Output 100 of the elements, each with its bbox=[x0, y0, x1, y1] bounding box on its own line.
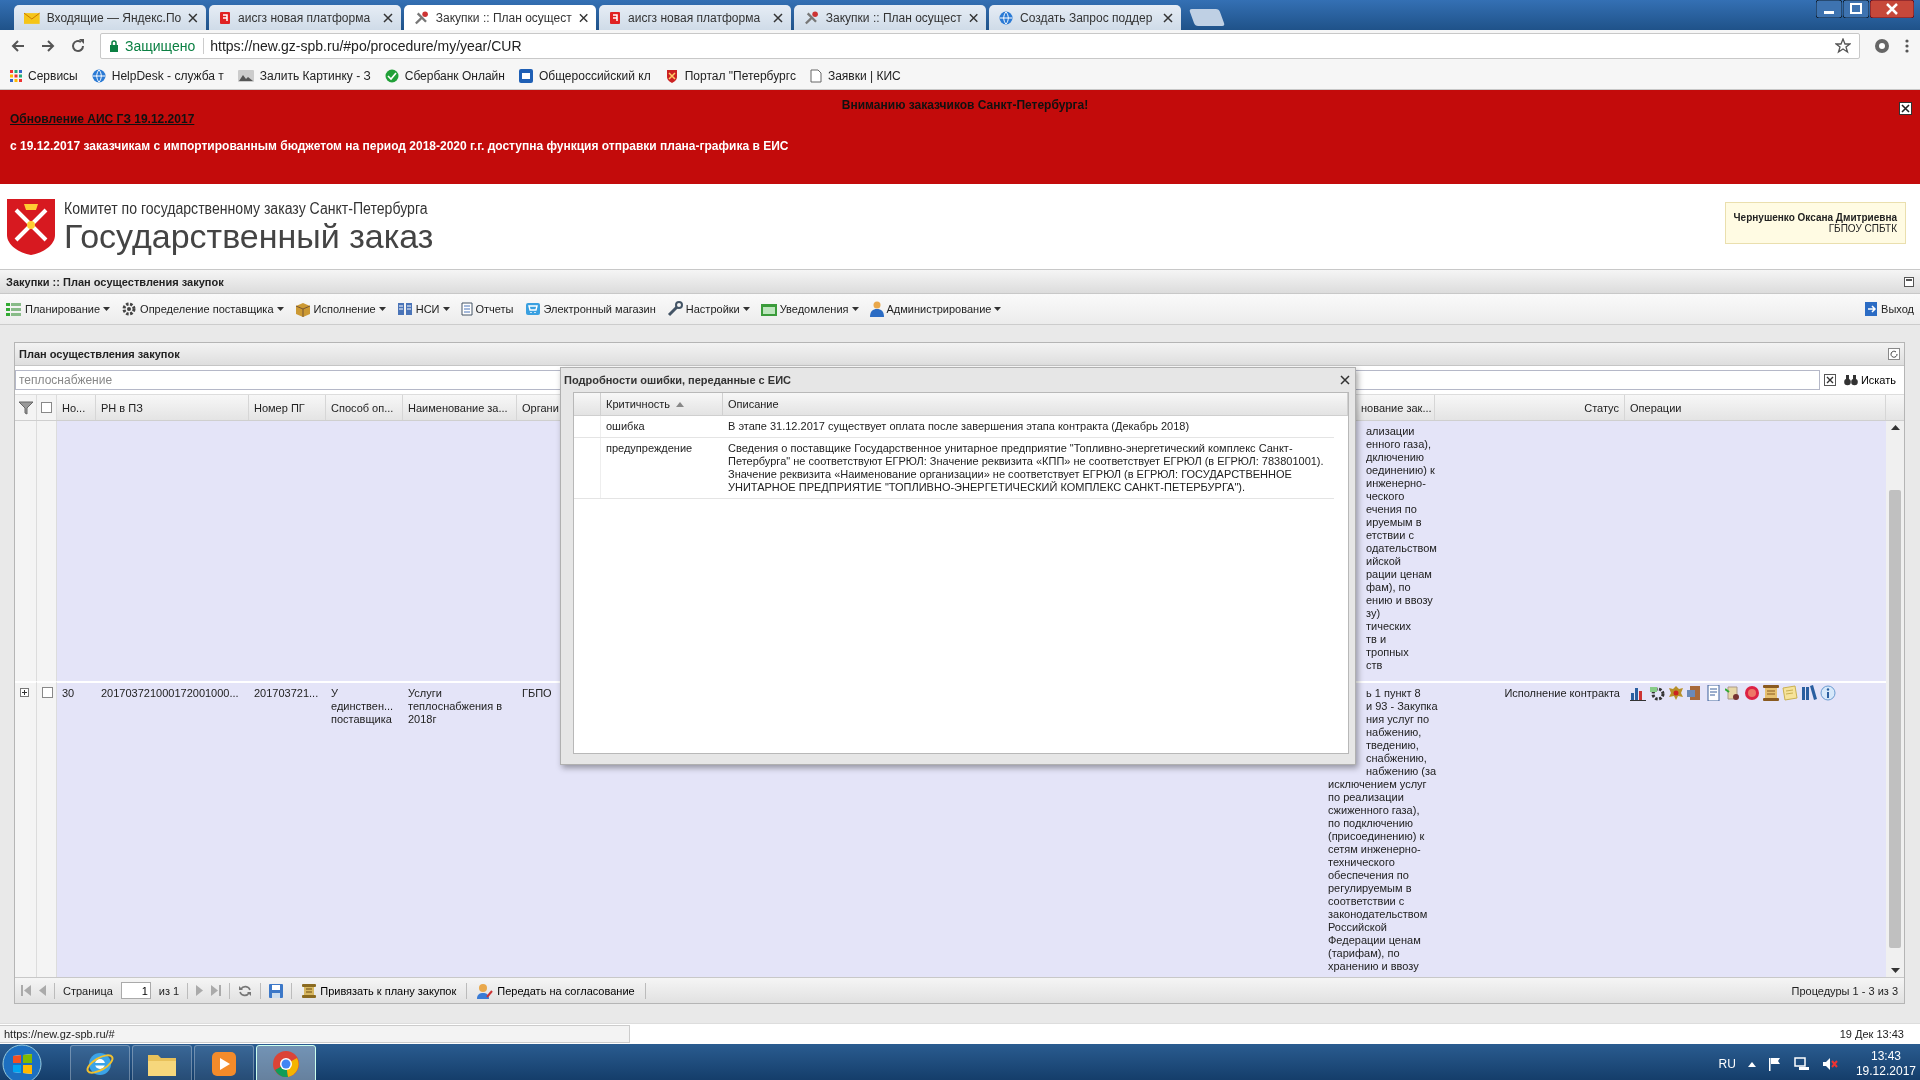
minimize-icon[interactable] bbox=[1816, 0, 1842, 18]
tray-arrow-icon[interactable] bbox=[1747, 1061, 1756, 1067]
close-icon[interactable] bbox=[773, 12, 783, 23]
scroll-down-icon[interactable] bbox=[1890, 968, 1900, 973]
scrollbar[interactable] bbox=[1886, 421, 1904, 977]
seal-icon[interactable] bbox=[1744, 685, 1760, 701]
column-header[interactable]: Способ оп... bbox=[326, 395, 403, 420]
info-icon[interactable] bbox=[1820, 685, 1836, 701]
table-cell-text: обеспечения по bbox=[1328, 869, 1410, 882]
taskbar-button[interactable] bbox=[256, 1045, 316, 1080]
menu-item[interactable]: НСИ bbox=[394, 302, 452, 316]
close-icon[interactable] bbox=[188, 12, 198, 23]
description-cell-text: В этапе 31.12.2017 существует оплата после завершения этапа контракта (Декабрь 2018) bbox=[727, 419, 1191, 434]
filter-icon[interactable] bbox=[17, 400, 34, 415]
browser-tab[interactable]: Закупки :: План осущест bbox=[404, 5, 596, 30]
close-icon[interactable] bbox=[383, 12, 393, 23]
column-header[interactable]: Наименование за... bbox=[403, 395, 517, 420]
table-cell: ийской bbox=[1366, 555, 1401, 568]
dialog-title: Подробности ошибки, переданные с ЕИС bbox=[564, 374, 791, 386]
browser-tab[interactable]: Закупки :: План осущест bbox=[794, 5, 986, 30]
checkbox[interactable] bbox=[41, 402, 52, 413]
gear-icon[interactable] bbox=[1649, 685, 1665, 701]
page-field[interactable]: 1 bbox=[120, 982, 151, 999]
column-header[interactable]: Критичность bbox=[601, 393, 723, 415]
scrollbar-thumb[interactable] bbox=[1889, 490, 1901, 948]
menu-item[interactable]: Электронный магазин bbox=[522, 302, 658, 316]
address-bar[interactable]: Защищено https://new.gz-spb.ru/#po/procedure/my/year/CUR bbox=[100, 33, 1860, 59]
column-header[interactable]: РН в ПЗ bbox=[96, 395, 249, 420]
maximize-icon[interactable] bbox=[1904, 276, 1914, 287]
bookmark[interactable]: Заявки | КИС bbox=[809, 68, 901, 83]
browser-tab[interactable]: Создать Запрос поддер bbox=[989, 5, 1181, 30]
column-header[interactable]: Описание bbox=[723, 393, 1348, 415]
floppy-icon[interactable] bbox=[269, 983, 284, 998]
menu-item[interactable]: Уведомления bbox=[758, 302, 861, 316]
star-icon[interactable] bbox=[1835, 38, 1851, 54]
browser-icon bbox=[271, 1049, 301, 1079]
close-icon[interactable] bbox=[968, 12, 978, 23]
table-cell: тропных bbox=[1366, 646, 1409, 659]
refresh-icon[interactable] bbox=[238, 983, 253, 998]
bookmark[interactable]: Портал "Петербургс bbox=[664, 68, 796, 83]
emblem-icon[interactable] bbox=[1668, 685, 1684, 701]
page-count: из 1 bbox=[158, 984, 180, 997]
close-icon[interactable] bbox=[1338, 373, 1352, 387]
close-icon[interactable] bbox=[1163, 12, 1173, 23]
table-cell-text: (тарифам), по bbox=[1328, 947, 1401, 960]
menu-item[interactable]: Исполнение bbox=[292, 301, 388, 317]
table-cell-text: 201703721... bbox=[254, 687, 320, 700]
door-icon[interactable] bbox=[1687, 685, 1703, 701]
close-icon[interactable] bbox=[578, 12, 588, 23]
back-icon[interactable] bbox=[10, 38, 26, 54]
new-tab-button[interactable] bbox=[1188, 9, 1226, 26]
scroll-up-icon[interactable] bbox=[1890, 425, 1900, 430]
extension-icon[interactable] bbox=[1874, 38, 1890, 54]
refresh-icon[interactable] bbox=[1888, 348, 1900, 360]
menu-item[interactable]: Администрирование bbox=[867, 301, 1004, 317]
menu-item[interactable]: Планирование bbox=[4, 302, 113, 316]
muted-speaker-icon[interactable] bbox=[1821, 1057, 1838, 1071]
table-cell: оединению) к bbox=[1366, 464, 1435, 477]
bookmark[interactable]: HelpDesk - служба т bbox=[91, 68, 224, 83]
language-indicator[interactable]: RU bbox=[1718, 1057, 1736, 1071]
expand-icon[interactable] bbox=[20, 688, 29, 697]
menu-item[interactable]: Определение поставщика bbox=[119, 301, 286, 317]
browser-tab[interactable]: аисгз новая платформа bbox=[599, 5, 791, 30]
chart-icon[interactable] bbox=[1630, 685, 1646, 701]
table-cell-text: по реализации bbox=[1328, 791, 1405, 804]
search-button[interactable]: Искать bbox=[1839, 374, 1900, 386]
start-button[interactable] bbox=[2, 1044, 42, 1080]
close-icon[interactable] bbox=[1899, 102, 1912, 115]
clock[interactable]: 13:43 19.12.2017 bbox=[1855, 1049, 1916, 1079]
user-organization: ГБПОУ СПБТК bbox=[1827, 222, 1897, 234]
table-cell-text: сжиженного газа), bbox=[1328, 804, 1421, 817]
clear-icon[interactable] bbox=[1823, 374, 1836, 386]
table-cell: енного газа), bbox=[1366, 438, 1431, 451]
reload-icon[interactable] bbox=[70, 38, 86, 54]
browser-tab[interactable]: аисгз новая платформа bbox=[209, 5, 401, 30]
bookmark[interactable]: Залить Картинку - З bbox=[237, 68, 371, 83]
toolbar-button[interactable]: Привязать к плану закупок bbox=[300, 983, 459, 998]
column-header[interactable]: Но... bbox=[57, 395, 96, 420]
maximize-icon[interactable] bbox=[1843, 0, 1869, 18]
menu-item[interactable]: Настройки bbox=[664, 301, 752, 317]
close-icon[interactable] bbox=[1870, 0, 1914, 18]
bookmark[interactable]: Сервисы bbox=[10, 68, 78, 83]
logout-button[interactable]: Выход bbox=[1862, 301, 1916, 317]
bookmark[interactable]: Общероссийский кл bbox=[518, 68, 651, 83]
flag-icon[interactable] bbox=[1767, 1057, 1782, 1071]
toolbar-button[interactable]: Передать на согласование bbox=[475, 982, 637, 999]
column-header[interactable]: Статус bbox=[1435, 395, 1625, 420]
books-icon[interactable] bbox=[1801, 685, 1817, 701]
checkbox[interactable] bbox=[42, 687, 53, 698]
forward-icon[interactable] bbox=[40, 38, 56, 54]
network-icon[interactable] bbox=[1793, 1057, 1810, 1071]
bookmark[interactable]: Сбербанк Онлайн bbox=[384, 68, 505, 83]
table-cell-text: исключением услуг bbox=[1328, 778, 1428, 791]
menu-icon[interactable] bbox=[1904, 38, 1910, 54]
column-header[interactable]: Операции bbox=[1625, 395, 1886, 420]
certificate-icon[interactable] bbox=[1725, 685, 1741, 701]
browser-tab[interactable]: Входящие — Яндекс.По bbox=[14, 5, 206, 30]
column-header[interactable]: Номер ПГ bbox=[249, 395, 326, 420]
menu-item[interactable]: Отчеты bbox=[458, 302, 516, 316]
scroll-icon[interactable] bbox=[1763, 685, 1779, 701]
